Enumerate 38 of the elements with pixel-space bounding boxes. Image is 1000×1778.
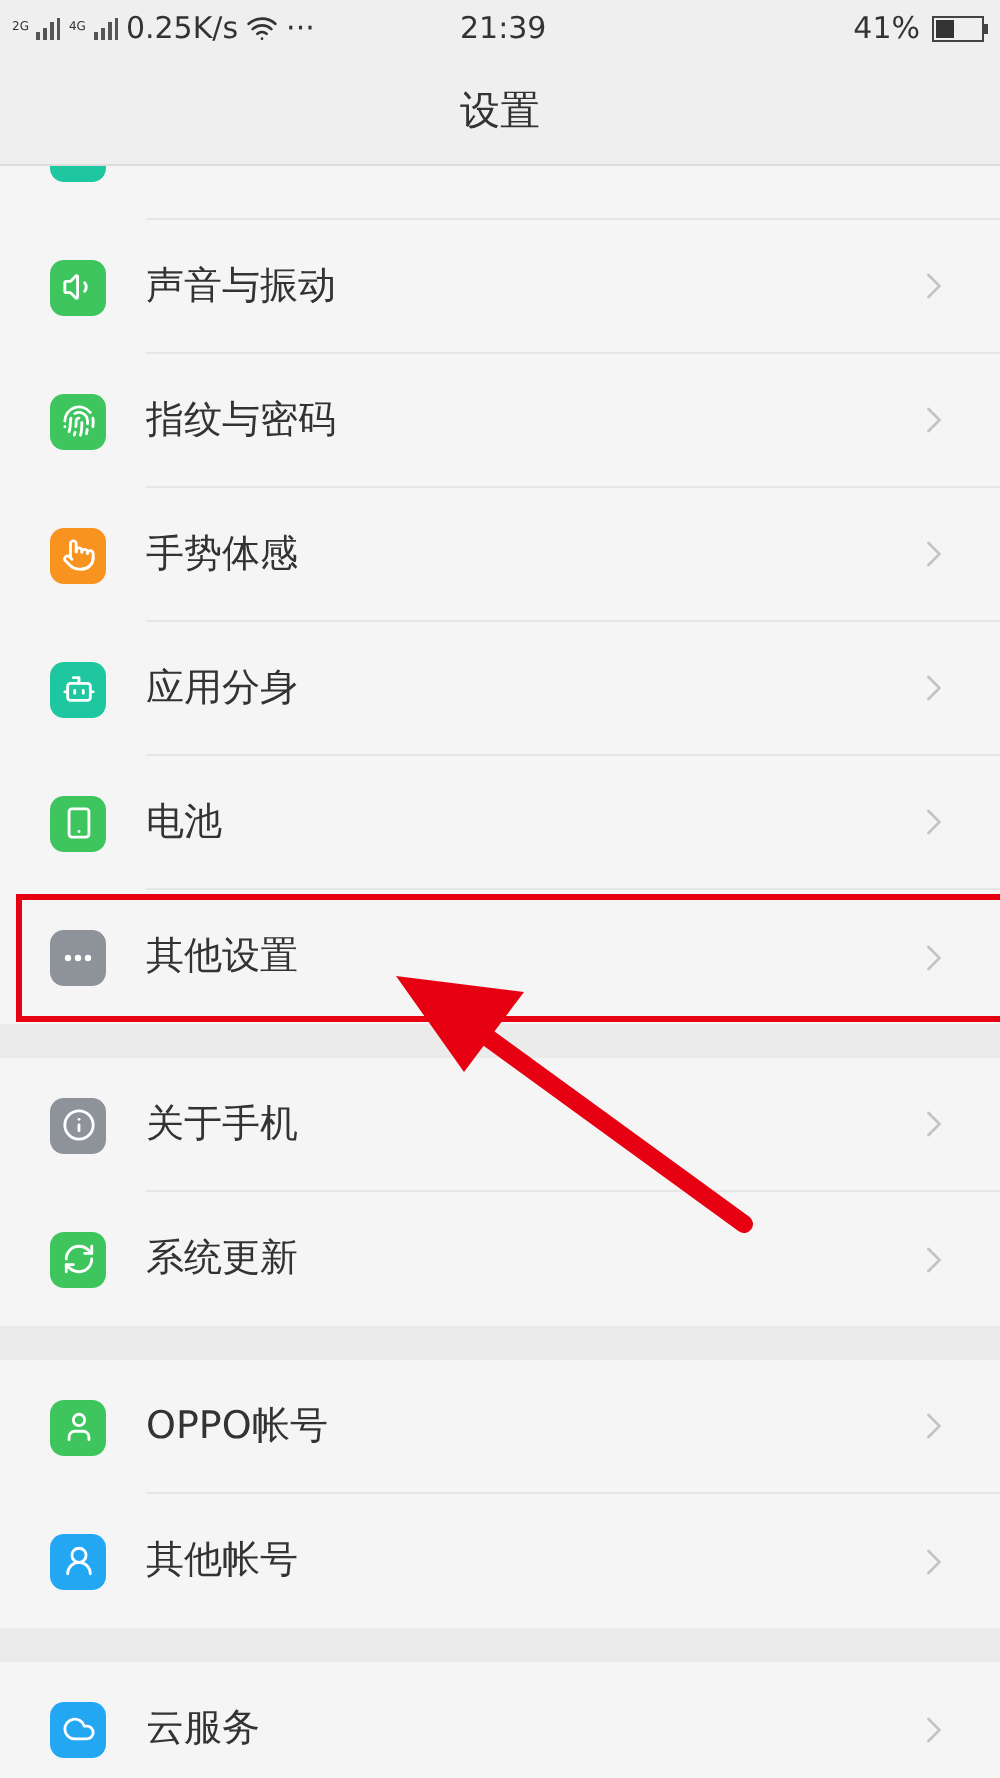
settings-row[interactable]: 云服务 bbox=[0, 1662, 1000, 1778]
clock: 21:39 bbox=[460, 7, 547, 50]
signal-icon bbox=[36, 17, 61, 39]
cloud-icon bbox=[61, 1712, 95, 1746]
setting-label: 关于手机 bbox=[146, 1099, 298, 1150]
more-indicator: ··· bbox=[286, 7, 315, 50]
battery-percent: 41% bbox=[853, 7, 920, 50]
page-title: 设置 bbox=[460, 84, 540, 138]
setting-label: 手势体感 bbox=[146, 529, 298, 580]
more-icon bbox=[64, 953, 92, 961]
settings-row[interactable]: 其他设置 bbox=[0, 890, 1000, 1024]
fingerprint-icon bbox=[61, 404, 95, 438]
settings-row[interactable]: 电池 bbox=[0, 756, 1000, 890]
settings-row[interactable]: 手势体感 bbox=[0, 488, 1000, 622]
settings-row[interactable]: OPPO帐号 bbox=[0, 1360, 1000, 1494]
settings-row[interactable]: 关于手机 bbox=[0, 1058, 1000, 1192]
settings-row[interactable]: 其他帐号 bbox=[0, 1494, 1000, 1628]
setting-label: 其他设置 bbox=[146, 932, 298, 983]
refresh-icon bbox=[61, 1242, 95, 1276]
robot-icon bbox=[61, 672, 95, 706]
info-icon bbox=[61, 1108, 95, 1142]
setting-label: 声音与振动 bbox=[146, 261, 336, 312]
wifi-icon bbox=[246, 12, 279, 44]
setting-label: 系统更新 bbox=[146, 1234, 298, 1285]
setting-label: 电池 bbox=[146, 797, 222, 848]
setting-label: 应用分身 bbox=[146, 663, 298, 714]
setting-label: 指纹与密码 bbox=[146, 395, 336, 446]
setting-label: 其他帐号 bbox=[146, 1536, 298, 1587]
person-icon bbox=[61, 1544, 95, 1578]
settings-row[interactable]: 应用分身 bbox=[0, 622, 1000, 756]
settings-row[interactable]: 指纹与密码 bbox=[0, 354, 1000, 488]
setting-label: 云服务 bbox=[146, 1704, 260, 1755]
settings-row[interactable]: 系统更新 bbox=[0, 1192, 1000, 1326]
signal-icon bbox=[93, 17, 118, 39]
settings-row[interactable]: 声音与振动 bbox=[0, 220, 1000, 354]
pointing-hand-icon bbox=[61, 538, 95, 572]
network-speed: 0.25K/s bbox=[125, 7, 239, 50]
setting-label: OPPO帐号 bbox=[146, 1401, 328, 1452]
